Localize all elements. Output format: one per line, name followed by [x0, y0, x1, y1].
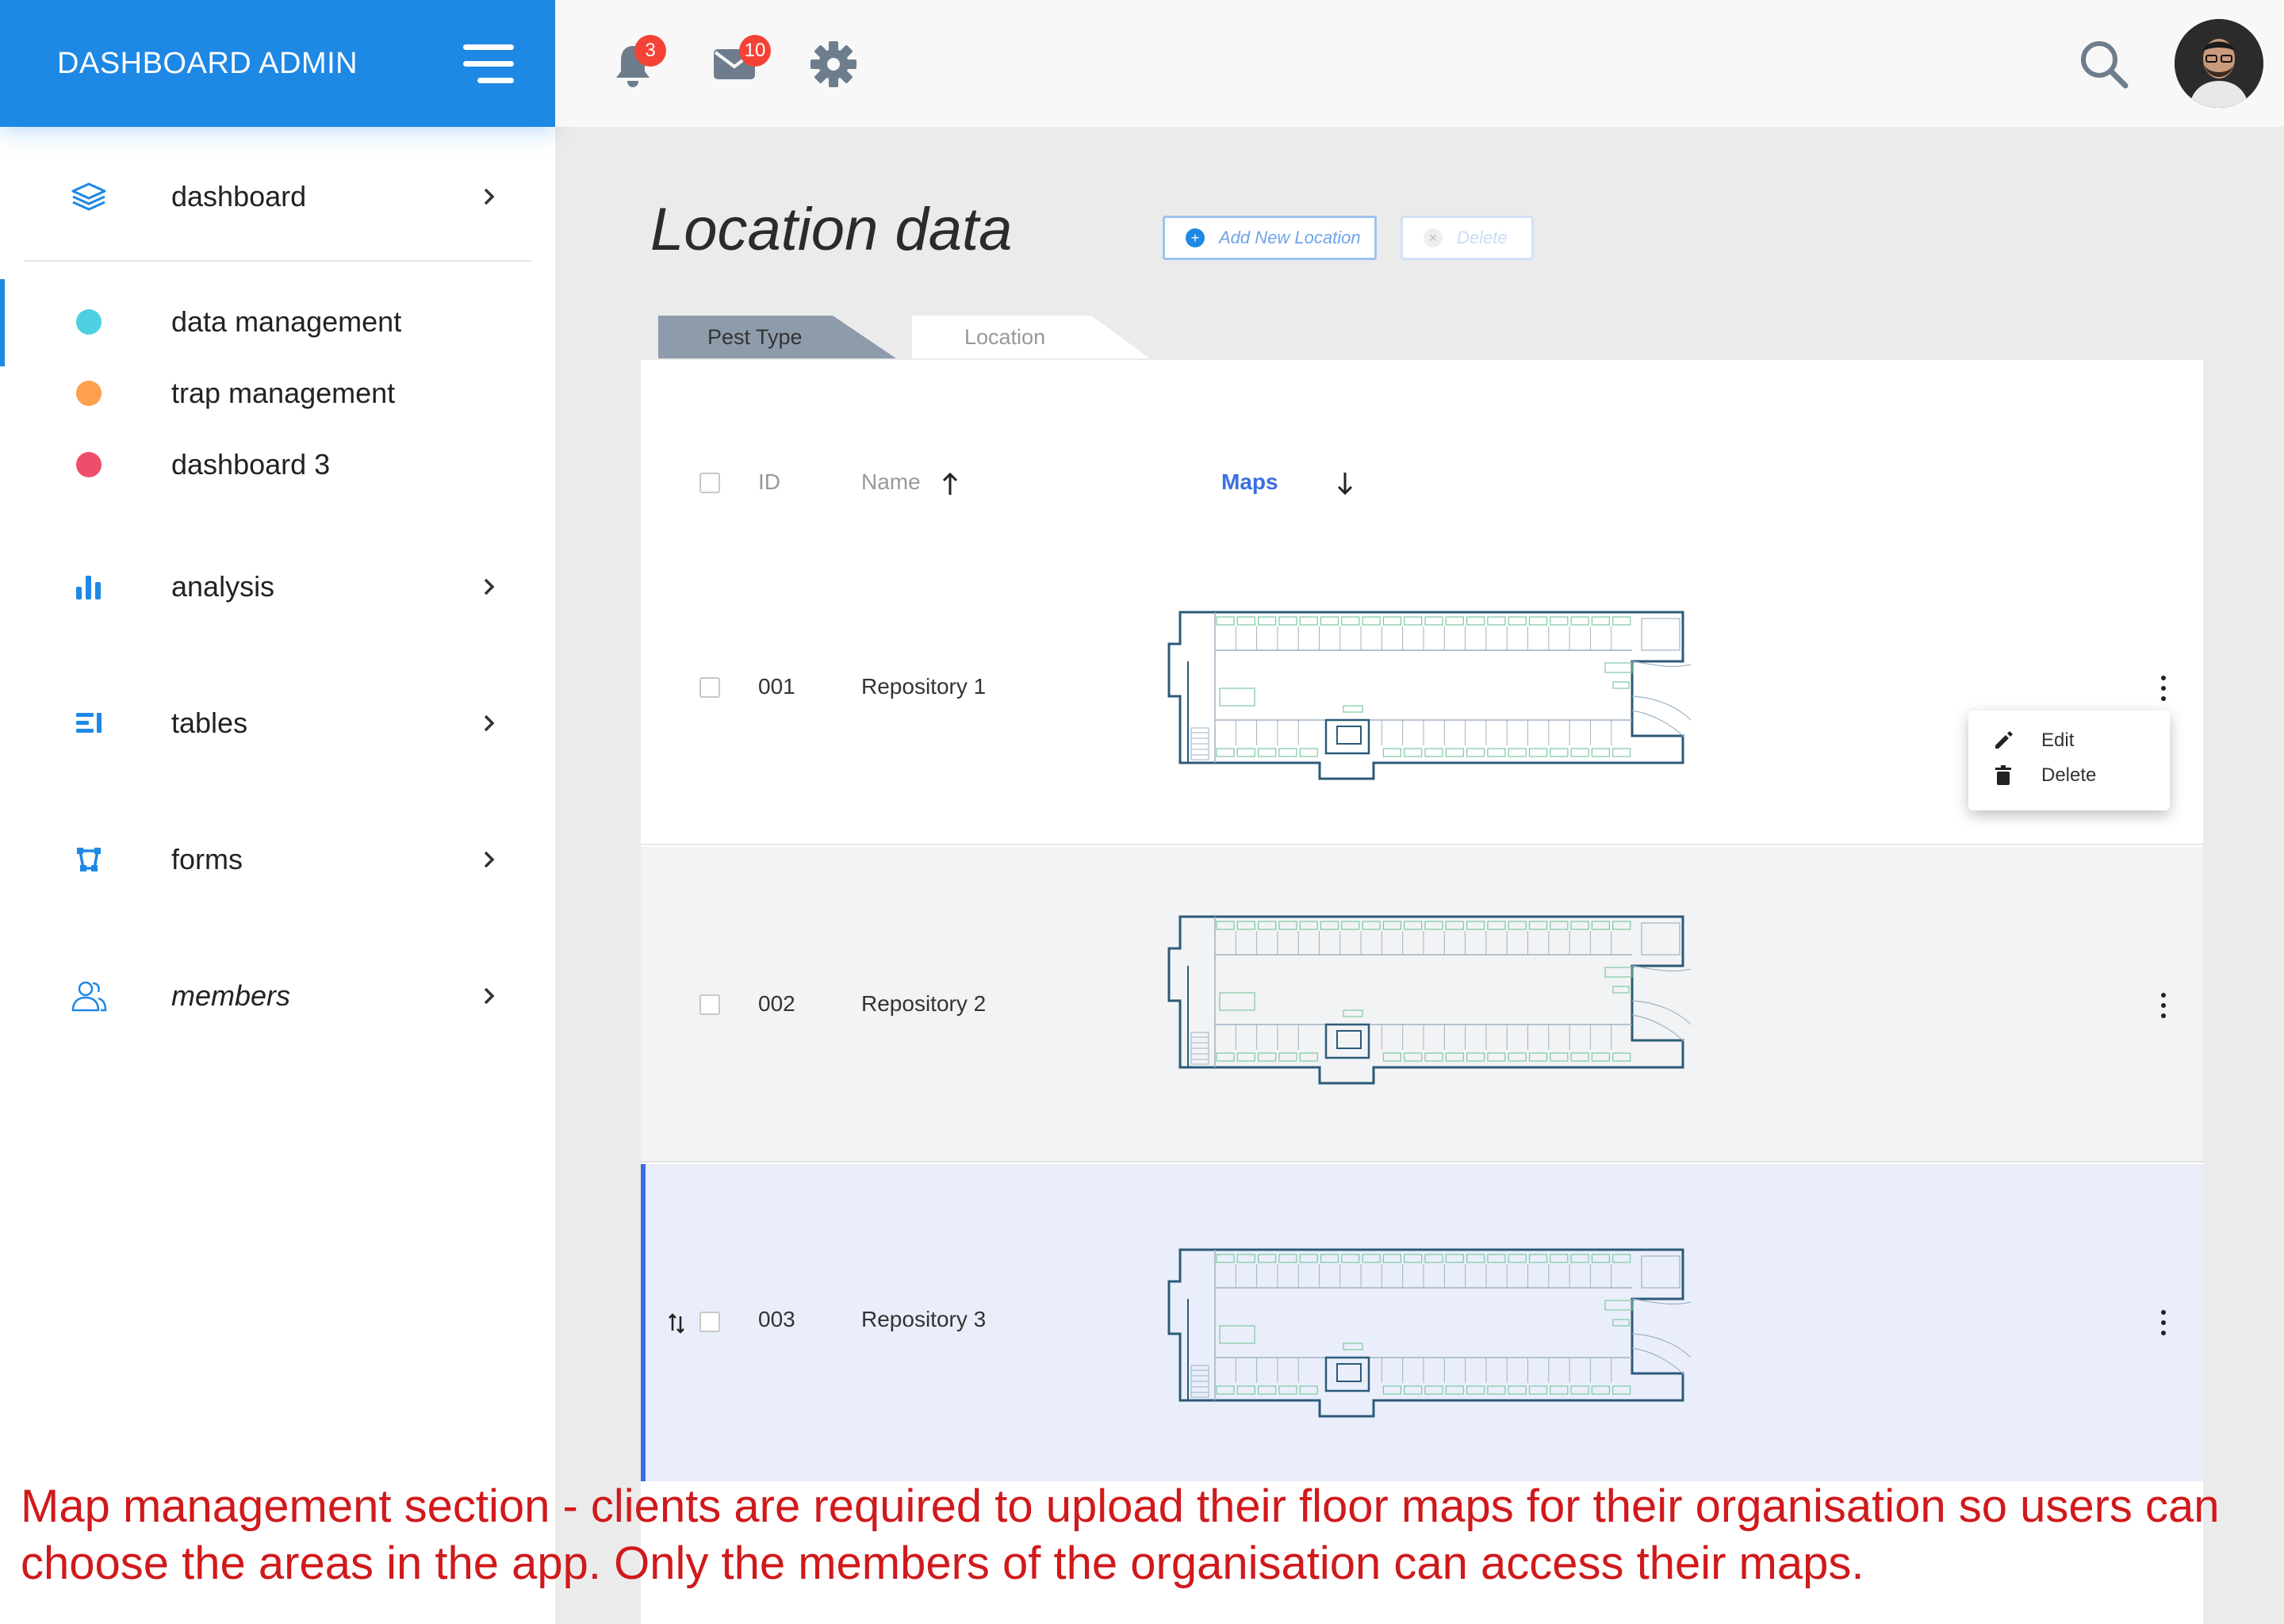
sidebar-item-analysis[interactable]: analysis: [0, 555, 555, 619]
floor-map-thumbnail[interactable]: [1167, 914, 1691, 1085]
close-icon: ×: [1424, 228, 1443, 247]
user-avatar[interactable]: [2175, 19, 2263, 108]
chevron-right-icon: [484, 714, 495, 732]
sidebar-item-label: analysis: [171, 570, 275, 603]
row-name: Repository 3: [861, 1307, 987, 1331]
messages-button[interactable]: 10: [712, 35, 771, 86]
sidebar-item-label: dashboard: [171, 180, 307, 213]
hamburger-menu-icon[interactable]: [463, 44, 514, 84]
pencil-icon: [1995, 731, 2013, 749]
more-options-icon[interactable]: [2157, 672, 2170, 704]
tab-label: Pest Type: [707, 324, 803, 349]
tab-label: Location: [964, 324, 1046, 349]
row-id: 001: [758, 674, 795, 699]
sidebar-item-label: forms: [171, 843, 243, 875]
more-options-icon[interactable]: [2157, 990, 2170, 1021]
user-photo-icon: [2175, 19, 2263, 108]
menu-item-delete[interactable]: Delete: [1968, 758, 2170, 793]
row-id: 002: [758, 991, 795, 1016]
column-header-name[interactable]: Name: [861, 469, 921, 495]
tab-pest-type[interactable]: Pest Type: [658, 316, 896, 358]
trash-icon: [1995, 765, 2011, 785]
sidebar-item-label: data management: [171, 305, 402, 338]
chevron-right-icon: [484, 578, 495, 596]
search-icon: [2081, 41, 2129, 89]
table-row[interactable]: 003 Repository 3: [641, 1164, 2203, 1481]
annotation-note: Map management section - clients are req…: [21, 1480, 2220, 1589]
cyan-dot-icon: [67, 300, 111, 344]
reorder-icon[interactable]: [668, 1312, 685, 1335]
sidebar-item-label: members: [171, 979, 291, 1012]
row-name: Repository 2: [861, 991, 987, 1016]
brand-header: DASHBOARD ADMIN: [0, 0, 555, 127]
sidebar-item-dashboard-3[interactable]: dashboard 3: [0, 433, 555, 496]
table-header: ID Name Maps: [641, 452, 2203, 515]
sidebar-item-tables[interactable]: tables: [0, 691, 555, 755]
tab-location[interactable]: Location: [912, 316, 1150, 358]
table-list-icon: [67, 701, 111, 745]
add-location-button[interactable]: + Add New Location: [1163, 216, 1377, 260]
sort-down-icon[interactable]: [1336, 471, 1355, 496]
menu-item-edit[interactable]: Edit: [1968, 723, 2170, 758]
table-row[interactable]: 002 Repository 2: [641, 847, 2203, 1162]
messages-badge: 10: [739, 35, 771, 67]
sidebar-item-members[interactable]: members: [0, 964, 555, 1028]
red-dot-icon: [67, 442, 111, 487]
column-header-maps[interactable]: Maps: [1221, 469, 1278, 495]
plus-icon: +: [1186, 228, 1205, 247]
sidebar-item-trap-management[interactable]: trap management: [0, 362, 555, 425]
menu-item-label: Edit: [2041, 730, 2075, 751]
notifications-button[interactable]: 3: [611, 35, 666, 89]
sidebar-item-dashboard[interactable]: dashboard: [0, 165, 555, 228]
notifications-badge: 3: [634, 35, 666, 67]
sort-up-icon[interactable]: [941, 471, 960, 496]
add-location-label: Add New Location: [1219, 228, 1361, 247]
row-checkbox[interactable]: [699, 994, 720, 1015]
sidebar-item-data-management[interactable]: data management: [0, 290, 555, 354]
layers-icon: [67, 174, 111, 219]
row-context-menu: Edit Delete: [1968, 710, 2170, 810]
sidebar-divider: [24, 260, 531, 262]
delete-location-button[interactable]: × Delete: [1401, 216, 1534, 260]
row-checkbox[interactable]: [699, 1312, 720, 1332]
menu-item-label: Delete: [2041, 764, 2097, 786]
chevron-right-icon: [484, 987, 495, 1005]
row-id: 003: [758, 1307, 795, 1331]
sidebar-item-label: tables: [171, 707, 248, 739]
brand-title: DASHBOARD ADMIN: [57, 46, 358, 80]
select-all-checkbox[interactable]: [699, 473, 720, 493]
sidebar-item-label: dashboard 3: [171, 448, 331, 481]
gear-icon: [811, 41, 856, 87]
floor-map-thumbnail[interactable]: [1167, 1247, 1691, 1418]
sidebar-item-label: trap management: [171, 377, 396, 409]
delete-location-label: Delete: [1457, 228, 1508, 247]
sidebar-item-forms[interactable]: forms: [0, 828, 555, 891]
users-icon: [67, 974, 111, 1018]
search-button[interactable]: [2078, 38, 2130, 90]
bar-chart-icon: [67, 565, 111, 609]
row-checkbox[interactable]: [699, 677, 720, 698]
column-header-id[interactable]: ID: [758, 469, 780, 495]
row-name: Repository 1: [861, 674, 987, 699]
orange-dot-icon: [67, 371, 111, 416]
page-title: Location data: [650, 196, 1013, 263]
more-options-icon[interactable]: [2157, 1307, 2170, 1339]
floor-map-thumbnail[interactable]: [1167, 609, 1691, 780]
vector-shape-icon: [67, 837, 111, 882]
chevron-right-icon: [484, 851, 495, 868]
settings-button[interactable]: [809, 40, 858, 89]
sidebar: DASHBOARD ADMIN dashboard data managemen…: [0, 0, 555, 1624]
chevron-right-icon: [484, 188, 495, 205]
